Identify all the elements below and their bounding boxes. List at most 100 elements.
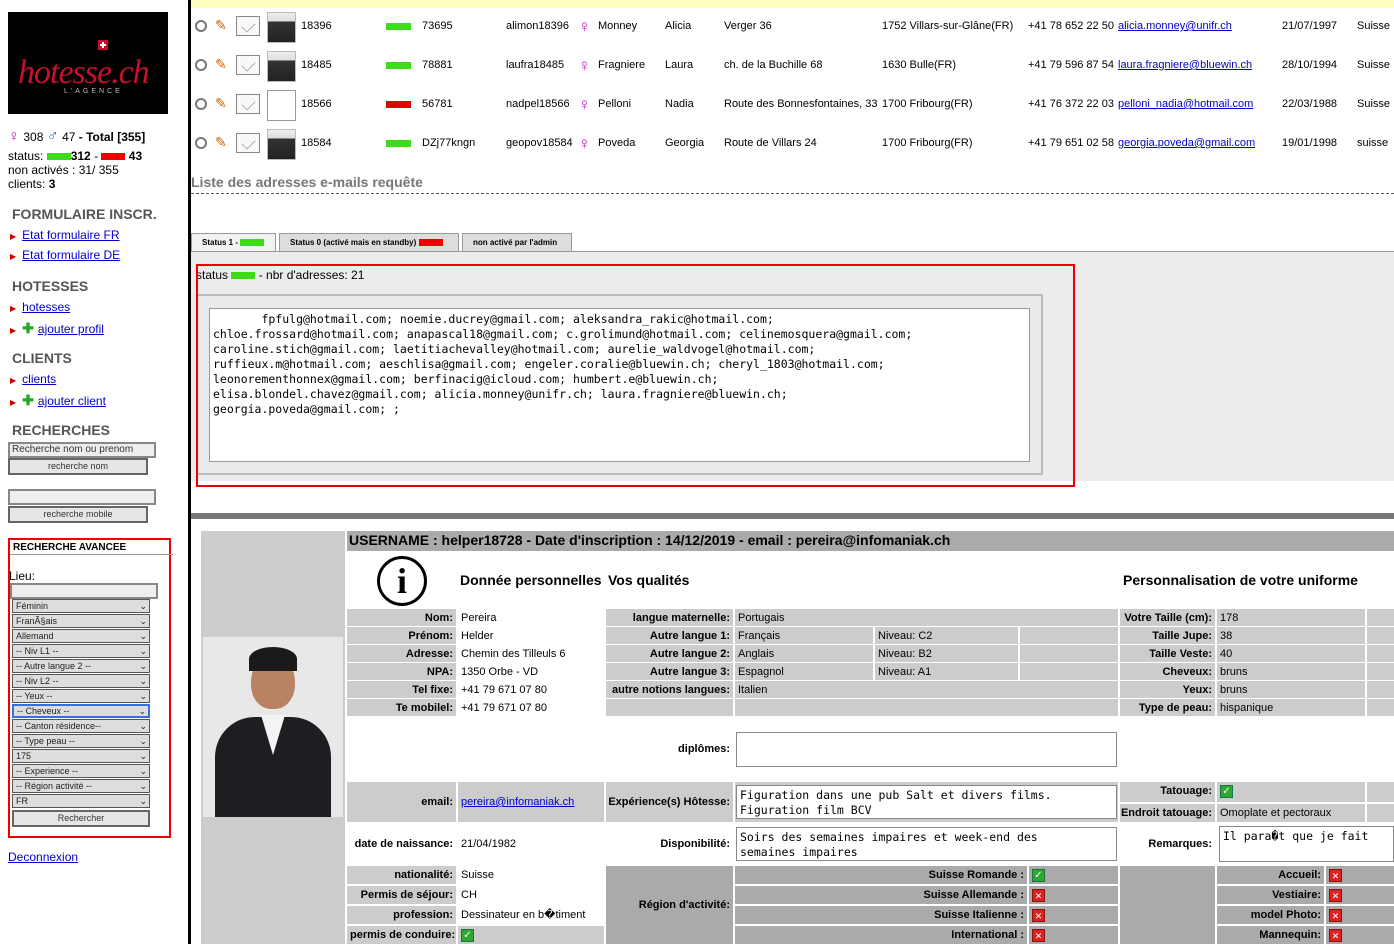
pencil-icon[interactable]: ✎ [215,17,227,34]
nav-ajouter-profil[interactable]: ▶ ✚ ajouter profil [10,320,104,337]
chevron-down-icon: ⌄ [139,661,147,671]
empty-cell [735,699,1118,716]
pencil-icon[interactable]: ✎ [215,56,227,73]
advanced-select-12[interactable]: -- Région activité -- ⌄ [12,779,150,793]
cell-pays: Suisse [1357,59,1391,71]
female-icon: ♀ [578,95,591,114]
cell-prenom: Georgia [665,137,705,149]
advanced-select-13[interactable]: FR ⌄ [12,794,150,808]
nav-hotesses[interactable]: ▶ hotesses [10,300,70,314]
green-status-bar [46,153,71,161]
search-mobile-button[interactable]: recherche mobile [8,506,148,523]
value-peau: hispanique [1217,699,1365,716]
check-icon: ✓ [461,928,474,942]
heading-uniforme: Personnalisation de votre uniforme [1123,572,1358,588]
advanced-select-2[interactable]: Allemand ⌄ [12,629,150,643]
email-link[interactable]: pereira@infomaniak.ch [461,796,574,808]
tab-non-active[interactable]: non activé par l'admin [462,233,572,252]
empty-cell [1120,866,1215,944]
magnifier-icon[interactable] [195,137,207,149]
magnifier-icon[interactable] [195,98,207,110]
rechercher-button[interactable]: Rechercher [12,810,150,827]
link-form-fr[interactable]: Etat formulaire FR [22,228,119,242]
cell-email[interactable]: alicia.monney@unifr.ch [1118,7,1232,46]
pencil-icon[interactable]: ✎ [215,95,227,112]
thumbnail[interactable] [267,90,296,121]
cell-user: geopov18584 [506,137,573,149]
magnifier-icon[interactable] [195,59,207,71]
region-label: International : [951,929,1024,941]
experience-textarea[interactable]: Figuration dans une pub Salt et divers f… [736,785,1117,819]
advanced-select-1[interactable]: FranÃ§ais ⌄ [12,614,150,628]
search-name-input[interactable]: Recherche nom ou prenom [8,442,156,458]
link-ajouter-profil[interactable]: ajouter profil [38,322,104,336]
status-counts: status: 312 - 43 [8,149,142,163]
green-status-bar [240,239,265,247]
advanced-select-5[interactable]: -- Niv L2 -- ⌄ [12,674,150,688]
cell-user: alimon18396 [506,20,569,32]
diplomes-textarea[interactable] [736,732,1117,767]
label-autre-langue: Autre langue 2: [606,645,733,662]
cell-user: laufra18485 [506,59,565,71]
link-ajouter-client[interactable]: ajouter client [38,394,106,408]
status-bar [386,62,411,69]
cross-icon: ✕ [1032,888,1045,902]
magnifier-icon[interactable] [195,20,207,32]
remarques-textarea[interactable]: Il para�t que je fait [1219,826,1394,862]
advanced-select-7[interactable]: -- Cheveux -- ⌄ [12,704,150,718]
thumbnail[interactable] [267,51,296,82]
search-mobile-input[interactable] [8,489,156,505]
envelope-icon[interactable] [236,94,260,114]
label-veste: Taille Veste: [1120,645,1215,662]
select-value: -- Région activité -- [16,781,93,791]
envelope-icon[interactable] [236,16,260,36]
advanced-select-3[interactable]: -- Niv L1 -- ⌄ [12,644,150,658]
nav-clients[interactable]: ▶ clients [10,372,56,386]
advanced-select-10[interactable]: 175 ⌄ [12,749,150,763]
cell-email[interactable]: laura.fragniere@bluewin.ch [1118,46,1252,85]
value-adresse: Chemin des Tilleuls 6 [458,645,604,662]
advanced-select-0[interactable]: Féminin ⌄ [12,599,150,613]
link-hotesses[interactable]: hotesses [22,300,70,314]
logo-subtitle: L'AGENCE [64,88,123,95]
value-jupe: 38 [1217,627,1365,644]
label-region: Région d'activité: [606,866,733,944]
select-value: -- Cheveux -- [17,706,70,716]
male-count: 47 [62,130,76,144]
profile-header: USERNAME : helper18728 - Date d'inscript… [349,532,951,548]
cell-email[interactable]: pelloni_nadia@hotmail.com [1118,85,1253,124]
search-name-button[interactable]: recherche nom [8,458,148,475]
link-clients[interactable]: clients [22,372,56,386]
cell-email[interactable]: georgia.poveda@gmail.com [1118,124,1255,163]
tab-status-1[interactable]: Status 1 - [191,233,276,252]
tab-status-0[interactable]: Status 0 (activé mais en standby) [279,233,459,252]
advanced-select-11[interactable]: -- Experience -- ⌄ [12,764,150,778]
lieu-input[interactable] [10,583,158,599]
value-yeux: bruns [1217,681,1365,698]
logo[interactable]: hotesse.ch L'AGENCE [8,12,168,114]
chevron-down-icon: ⌄ [139,601,147,611]
label-autre-langue: Autre langue 3: [606,663,733,680]
advanced-select-4[interactable]: -- Autre langue 2 -- ⌄ [12,659,150,673]
nav-form-fr[interactable]: ▶ Etat formulaire FR [10,228,120,242]
thumbnail[interactable] [267,129,296,160]
value-region-int: ✕ [1029,926,1118,944]
disponibilite-textarea[interactable]: Soirs des semaines impaires et week-end … [736,827,1117,861]
advanced-select-8[interactable]: -- Canton résidence-- ⌄ [12,719,150,733]
envelope-icon[interactable] [236,133,260,153]
label-npa: NPA: [347,663,456,680]
link-deconnexion[interactable]: Deconnexion [8,850,78,864]
thumbnail[interactable] [267,12,296,43]
green-count: 312 [70,149,91,163]
envelope-icon[interactable] [236,55,260,75]
advanced-select-6[interactable]: -- Yeux -- ⌄ [12,689,150,703]
nav-deconnexion[interactable]: Deconnexion [8,850,78,864]
nav-form-de[interactable]: ▶ Etat formulaire DE [10,248,120,262]
advanced-select-9[interactable]: -- Type peau -- ⌄ [12,734,150,748]
nav-ajouter-client[interactable]: ▶ ✚ ajouter client [10,392,106,409]
cell-nom: Monney [598,20,638,32]
select-value: -- Autre langue 2 -- [16,661,92,671]
link-form-de[interactable]: Etat formulaire DE [22,248,120,262]
cell-tel: +41 78 652 22 50 [1028,20,1114,32]
pencil-icon[interactable]: ✎ [215,134,227,151]
